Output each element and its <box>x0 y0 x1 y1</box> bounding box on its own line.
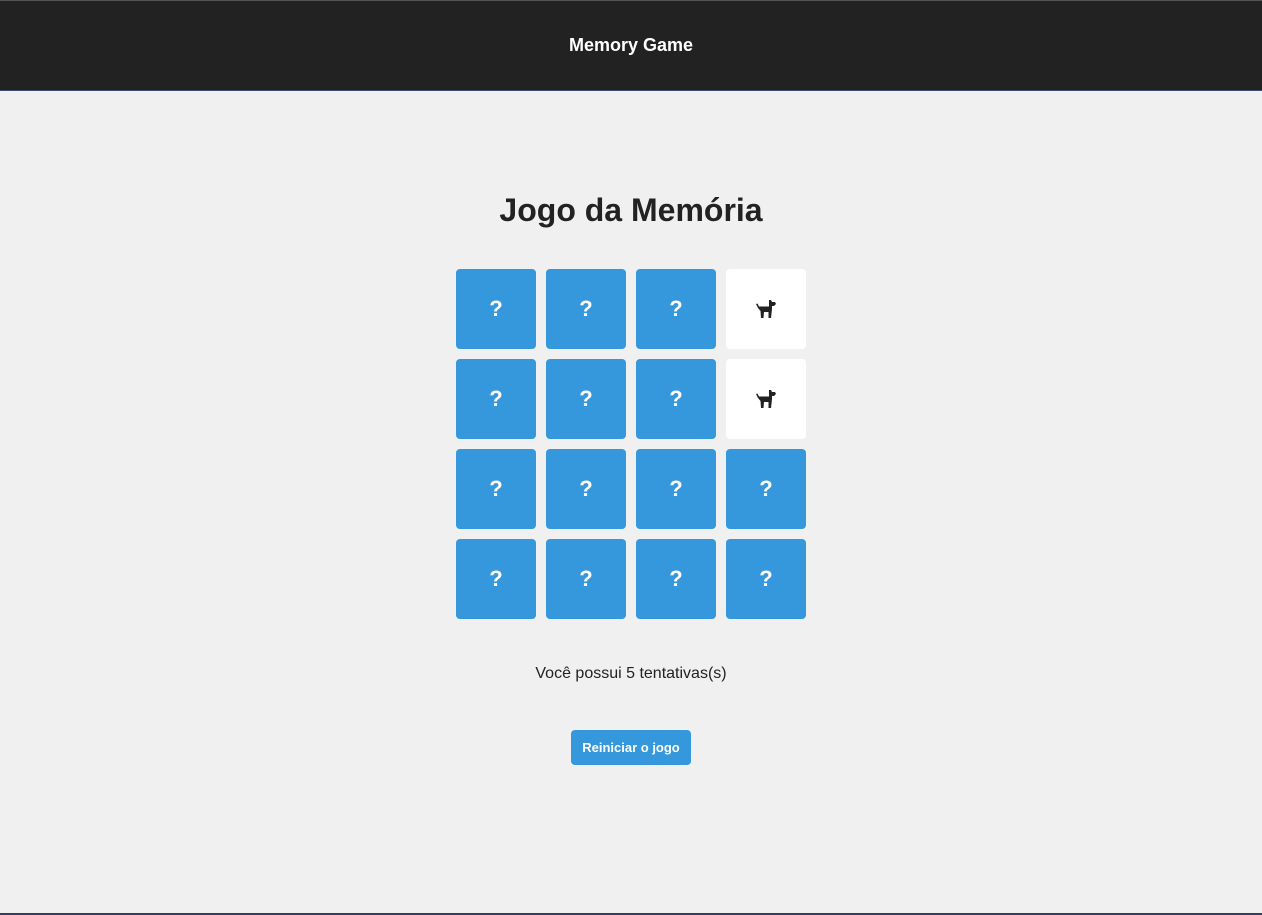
page: Memory Game Jogo da Memória ????????????… <box>0 0 1262 915</box>
game-title: Jogo da Memória <box>499 192 763 228</box>
card-question-mark: ? <box>579 476 593 501</box>
card-question-mark: ? <box>759 566 773 591</box>
card-question-mark: ? <box>579 386 593 411</box>
card-hidden[interactable]: ? <box>636 359 716 439</box>
dog-icon <box>755 299 777 319</box>
card-question-mark: ? <box>669 386 683 411</box>
card-hidden[interactable]: ? <box>726 449 806 529</box>
card-hidden[interactable]: ? <box>456 449 536 529</box>
card-revealed[interactable] <box>726 359 806 439</box>
card-question-mark: ? <box>669 296 683 321</box>
card-hidden[interactable]: ? <box>546 539 626 619</box>
card-hidden[interactable]: ? <box>726 539 806 619</box>
card-question-mark: ? <box>489 476 503 501</box>
card-question-mark: ? <box>759 476 773 501</box>
card-question-mark: ? <box>489 566 503 591</box>
card-hidden[interactable]: ? <box>636 539 716 619</box>
dog-icon <box>755 389 777 409</box>
card-question-mark: ? <box>669 476 683 501</box>
card-hidden[interactable]: ? <box>546 269 626 349</box>
card-hidden[interactable]: ? <box>456 269 536 349</box>
card-question-mark: ? <box>579 296 593 321</box>
card-board: ?????????????? <box>456 269 806 619</box>
card-question-mark: ? <box>489 296 503 321</box>
card-hidden[interactable]: ? <box>546 359 626 439</box>
card-hidden[interactable]: ? <box>456 539 536 619</box>
game-container: Jogo da Memória ?????????????? Você poss… <box>0 91 1262 765</box>
card-question-mark: ? <box>669 566 683 591</box>
card-question-mark: ? <box>579 566 593 591</box>
app-title: Memory Game <box>568 35 694 55</box>
card-question-mark: ? <box>489 386 503 411</box>
card-hidden[interactable]: ? <box>636 449 716 529</box>
card-revealed[interactable] <box>726 269 806 349</box>
attempts-text: Você possui 5 tentativas(s) <box>535 665 727 682</box>
top-bar: Memory Game <box>0 0 1262 91</box>
card-hidden[interactable]: ? <box>456 359 536 439</box>
card-hidden[interactable]: ? <box>546 449 626 529</box>
restart-button[interactable]: Reiniciar o jogo <box>571 730 691 765</box>
card-hidden[interactable]: ? <box>636 269 716 349</box>
